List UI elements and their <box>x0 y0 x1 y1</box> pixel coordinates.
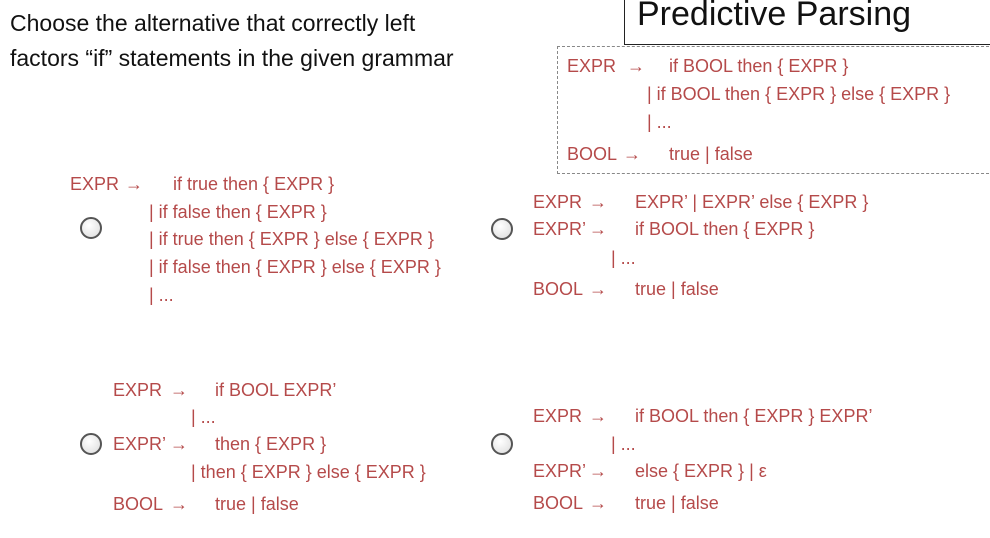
option-3-lhs-2: EXPR’ <box>113 434 167 454</box>
option-4-rhs-2: | ... <box>611 434 636 454</box>
option-2-arrow-2: → <box>589 219 607 239</box>
option-4-lhs-1: EXPR <box>533 406 583 426</box>
option-4-arrow-2: → <box>589 461 607 481</box>
given-arrow-2: → <box>623 144 641 164</box>
question-line-2: factors “if” statements in the given gra… <box>10 45 454 71</box>
option-4-arrow-1: → <box>589 406 607 426</box>
option-1-rhs-1: if true then { EXPR } <box>173 174 335 194</box>
option-4-lhs-2: EXPR’ <box>533 461 587 481</box>
given-rhs-1: if BOOL then { EXPR } <box>669 56 849 76</box>
option-1-arrow: → <box>125 174 143 194</box>
option-3-radio[interactable] <box>80 433 102 455</box>
option-3-rhs-5: true | false <box>215 494 299 514</box>
option-2-rhs-1: EXPR’ | EXPR’ else { EXPR } <box>635 192 869 212</box>
option-3-rhs-3: then { EXPR } <box>215 434 327 454</box>
option-3-rhs-4: | then { EXPR } else { EXPR } <box>191 462 426 482</box>
option-2-lhs-3: BOOL <box>533 279 584 299</box>
option-3-rhs-2: | ... <box>191 407 216 427</box>
option-3-rhs-1: if BOOL EXPR’ <box>215 380 337 400</box>
option-3-lhs-1: EXPR <box>113 380 163 400</box>
option-2-rhs-4: true | false <box>635 279 719 299</box>
option-2-rhs-3: | ... <box>611 248 636 268</box>
option-2-rhs-2: if BOOL then { EXPR } <box>635 219 815 239</box>
title-box: Predictive Parsing <box>624 0 990 45</box>
given-expr-lhs: EXPR <box>567 56 617 76</box>
given-arrow-1: → <box>627 56 645 76</box>
option-1-radio[interactable] <box>80 217 102 239</box>
option-3-arrow-2: → <box>170 434 188 454</box>
option-1-rhs-2: | if false then { EXPR } <box>149 202 327 222</box>
question-line-1: Choose the alternative that correctly le… <box>10 10 416 36</box>
option-1-lhs: EXPR <box>70 174 120 194</box>
option-2-arrow-1: → <box>589 192 607 212</box>
option-1-rhs-4: | if false then { EXPR } else { EXPR } <box>149 257 441 277</box>
given-rhs-3: | ... <box>647 112 672 132</box>
option-4-radio[interactable] <box>491 433 513 455</box>
given-bool-lhs: BOOL <box>567 144 618 164</box>
option-4-rhs-3: else { EXPR } | ε <box>635 461 767 481</box>
option-1-rhs-3: | if true then { EXPR } else { EXPR } <box>149 229 434 249</box>
option-3-lhs-3: BOOL <box>113 494 164 514</box>
option-3-arrow-3: → <box>170 494 188 514</box>
option-2-lhs-1: EXPR <box>533 192 583 212</box>
option-4-arrow-3: → <box>589 493 607 513</box>
option-4-rhs-1: if BOOL then { EXPR } EXPR’ <box>635 406 873 426</box>
option-1-rhs-5: | ... <box>149 285 174 305</box>
option-4-lhs-3: BOOL <box>533 493 584 513</box>
option-4-rhs-4: true | false <box>635 493 719 513</box>
given-rhs-2: | if BOOL then { EXPR } else { EXPR } <box>647 84 951 104</box>
option-2-lhs-2: EXPR’ <box>533 219 587 239</box>
given-bool-rhs: true | false <box>669 144 753 164</box>
slide-title: Predictive Parsing <box>637 0 912 33</box>
question-text: Choose the alternative that correctly le… <box>10 6 550 76</box>
option-3-arrow-1: → <box>170 380 188 400</box>
option-2-arrow-3: → <box>589 279 607 299</box>
option-2-radio[interactable] <box>491 218 513 240</box>
